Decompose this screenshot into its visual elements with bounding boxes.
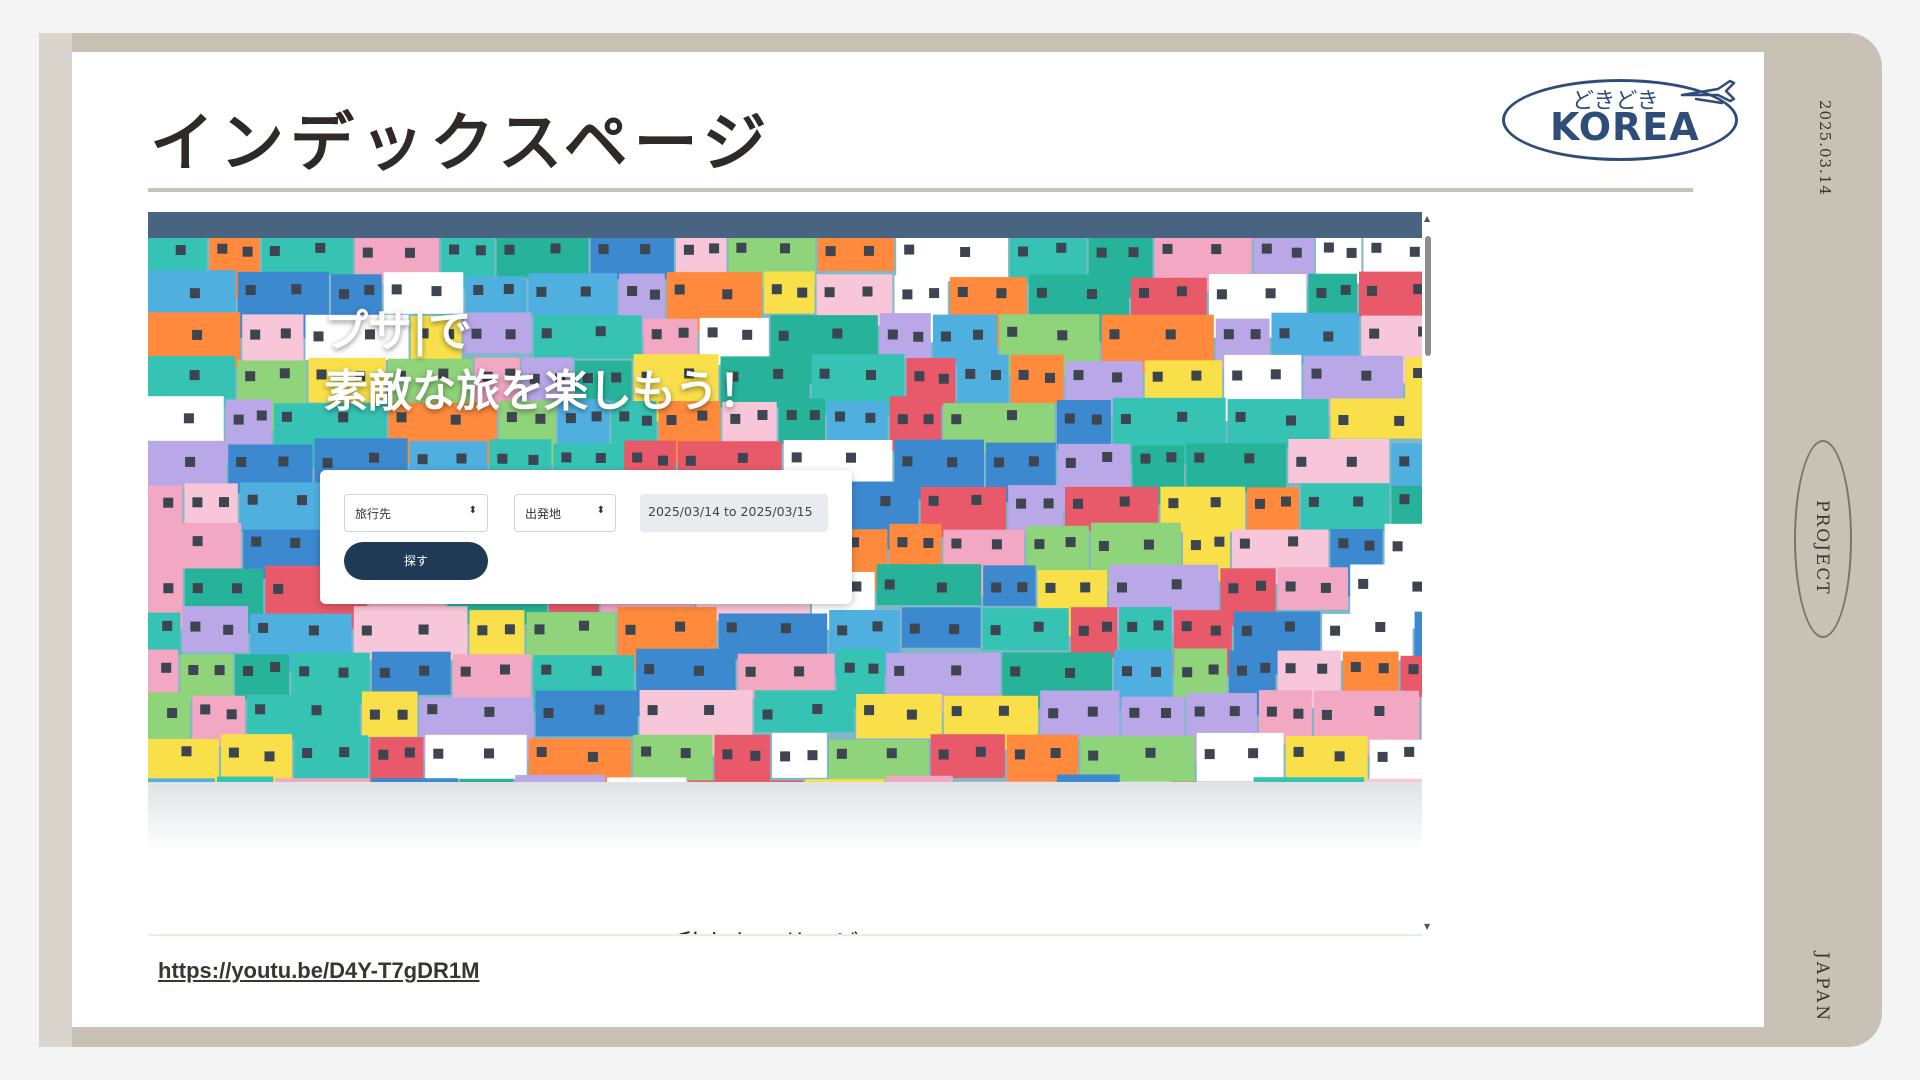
scroll-up-icon[interactable]: ▲: [1424, 214, 1430, 223]
hero-title: プサ|で 素敵な旅を楽しもう！: [324, 302, 763, 422]
departure-select[interactable]: 出発地 ⬍: [514, 494, 616, 532]
destination-select[interactable]: 旅行先 ⬍: [344, 494, 488, 532]
slide-date: 2025.03.14: [1816, 100, 1834, 196]
website-screenshot: プサ|で 素敵な旅を楽しもう！ 旅行先 ⬍ 出発地 ⬍ 2025/03/14 t…: [148, 212, 1434, 936]
website-navbar: [148, 212, 1422, 238]
side-label-japan: JAPAN: [1812, 952, 1832, 1024]
dokidoki-korea-logo: どきどき KOREA: [1500, 75, 1746, 165]
browser-scrollbar[interactable]: ▲ ▼: [1422, 212, 1434, 936]
search-button[interactable]: 探す: [344, 542, 488, 580]
logo-main-text: KOREA: [1550, 105, 1700, 149]
frame-left-strip: [39, 33, 72, 1047]
slide-title: インデックスページ: [150, 106, 773, 181]
youtube-video-link[interactable]: https://youtu.be/D4Y-T7gDR1M: [158, 958, 479, 984]
title-divider: [148, 188, 1693, 192]
hero-title-line1: プサ|で: [324, 306, 473, 357]
section-divider: [148, 934, 1422, 936]
search-card: 旅行先 ⬍ 出発地 ⬍ 2025/03/14 to 2025/03/15 探す: [320, 470, 852, 604]
select-updown-icon: ⬍: [468, 505, 477, 516]
scroll-down-icon[interactable]: ▼: [1424, 922, 1430, 931]
hero-shadow: [148, 782, 1422, 852]
departure-select-value: 出発地: [525, 507, 562, 521]
side-label-project: PROJECT: [1812, 500, 1832, 596]
scrollbar-thumb[interactable]: [1425, 236, 1431, 356]
airplane-icon: [1680, 79, 1736, 105]
select-updown-icon: ⬍: [596, 505, 605, 516]
date-range-input[interactable]: 2025/03/14 to 2025/03/15: [640, 494, 828, 532]
destination-select-value: 旅行先: [355, 507, 392, 521]
hero-title-line2: 素敵な旅を楽しもう！: [324, 366, 763, 417]
